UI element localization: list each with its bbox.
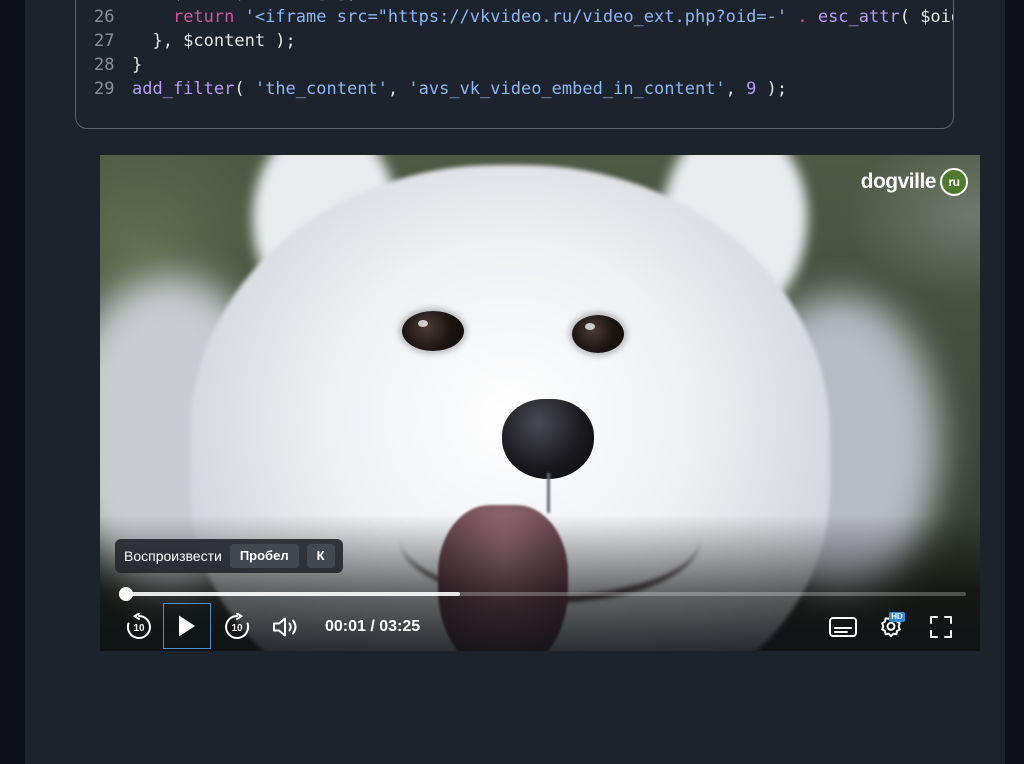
volume-icon [273, 617, 297, 637]
watermark-text: dogville [860, 170, 937, 193]
code-token: . [797, 7, 808, 27]
code-token: ( [234, 79, 255, 99]
rewind-10-button[interactable]: 10 [122, 611, 156, 643]
watermark-badge: ru [940, 168, 968, 196]
fullscreen-button[interactable] [924, 611, 958, 643]
play-button[interactable] [163, 603, 211, 649]
tooltip-key-space: Пробел [229, 544, 299, 568]
code-line: 28} [76, 53, 953, 77]
subtitles-icon [829, 617, 857, 637]
code-block: 25 $id = $matches[2];26 return '<iframe … [75, 0, 954, 129]
code-token: , [387, 79, 409, 99]
dog-eye [572, 315, 624, 353]
line-number: 26 [94, 7, 115, 27]
progress-bar[interactable] [119, 587, 966, 601]
volume-button[interactable] [269, 611, 303, 643]
code-text: } [132, 53, 142, 77]
code-token: return [172, 7, 235, 27]
subtitles-button[interactable] [826, 611, 860, 643]
code-token: add_filter [132, 79, 235, 99]
code-token: 9 [746, 79, 757, 99]
tooltip-key-k: К [306, 544, 335, 568]
progress-buffered [122, 592, 460, 596]
forward-10-icon: 10 [225, 613, 250, 639]
tooltip-action: Воспроизвести [124, 548, 222, 564]
code-text: return '<iframe src="https://vkvideo.ru/… [132, 5, 953, 29]
rewind-10-icon: 10 [126, 613, 151, 639]
play-tooltip: Воспроизвести Пробел К [115, 539, 343, 573]
code-token: }, $content ); [132, 31, 296, 51]
page-content: 25 $id = $matches[2];26 return '<iframe … [25, 0, 1005, 764]
dog-eye [402, 311, 464, 351]
code-token: '<iframe src="https://vkvideo.ru/video_e… [244, 7, 788, 27]
forward-10-button[interactable]: 10 [220, 611, 254, 643]
forward-seconds: 10 [231, 623, 243, 634]
code-token: ( $oid [899, 7, 953, 27]
code-token: $id = $matches[2]; [132, 0, 357, 3]
code-token: esc_attr [817, 7, 900, 27]
dog-nose [502, 399, 594, 479]
code-text: }, $content ); [132, 29, 296, 53]
rewind-seconds: 10 [133, 623, 145, 634]
code-token: 'the_content' [254, 79, 388, 99]
line-number: 27 [94, 31, 115, 51]
code-line: 26 return '<iframe src="https://vkvideo.… [76, 5, 953, 29]
video-player[interactable]: dogville ru Воспроизвести Пробел К 10 10… [100, 155, 980, 651]
dog-muzzle [547, 473, 550, 513]
code-text: add_filter( 'the_content', 'avs_vk_video… [132, 77, 787, 101]
code-token: , [725, 79, 747, 99]
code-line: 27 }, $content ); [76, 29, 953, 53]
code-token: 'avs_vk_video_embed_in_content' [408, 79, 726, 99]
line-number: 28 [94, 55, 115, 75]
play-icon [179, 615, 195, 637]
code-token: } [132, 55, 143, 75]
channel-watermark: dogville ru [861, 167, 968, 197]
code-token: ); [756, 79, 788, 99]
line-number: 29 [94, 79, 115, 99]
code-line: 29 add_filter( 'the_content', 'avs_vk_vid… [76, 77, 953, 101]
time-display: 00:01 / 03:25 [325, 618, 421, 635]
fullscreen-icon [930, 616, 952, 638]
hd-badge: HD [889, 612, 905, 622]
